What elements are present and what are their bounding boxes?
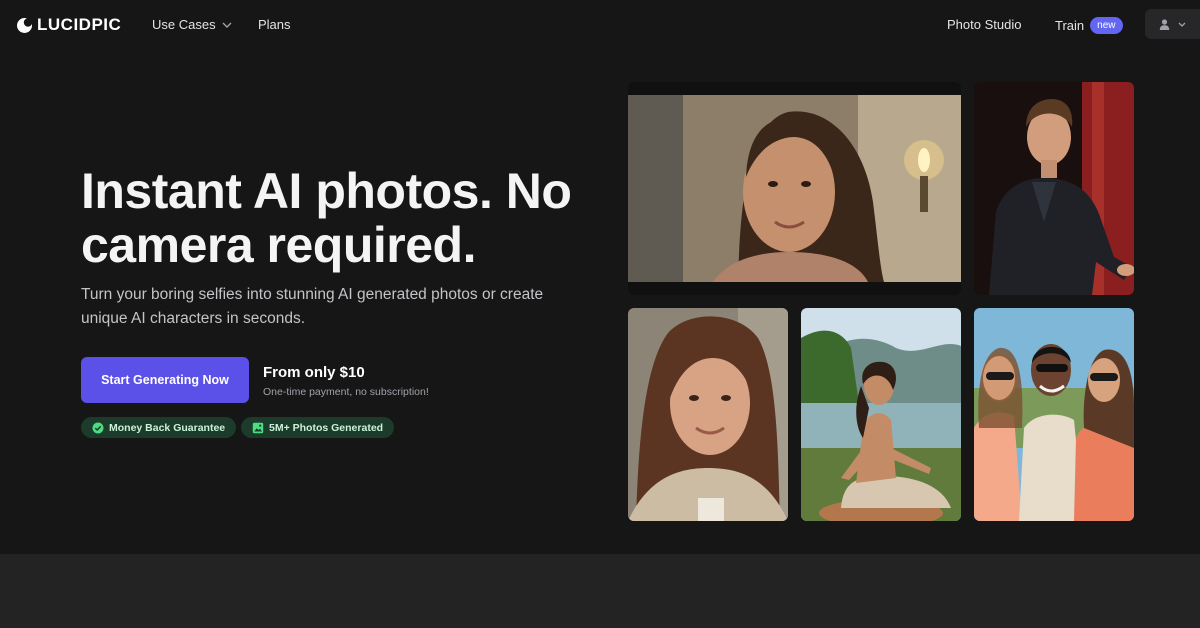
- user-icon: [1159, 18, 1170, 30]
- gallery-image-man-stage: [974, 82, 1134, 295]
- nav-use-cases[interactable]: Use Cases: [152, 17, 232, 32]
- start-generating-button[interactable]: Start Generating Now: [81, 357, 249, 403]
- price-text: From only $10: [263, 364, 365, 381]
- brand-logo[interactable]: LUCIDPIC: [16, 14, 121, 36]
- photos-generated-badge: 5M+ Photos Generated: [241, 417, 395, 438]
- crescent-moon-icon: [17, 17, 33, 33]
- nav-use-cases-label: Use Cases: [152, 17, 216, 32]
- hero-title: Instant AI photos. No camera required.: [81, 163, 572, 273]
- nav-plans[interactable]: Plans: [258, 17, 291, 32]
- photos-generated-label: 5M+ Photos Generated: [269, 421, 384, 434]
- nav-train-label: Train: [1055, 18, 1085, 33]
- account-menu-button[interactable]: [1145, 9, 1200, 39]
- lower-section-band: [0, 554, 1200, 628]
- hero-subtitle: Turn your boring selfies into stunning A…: [81, 286, 544, 327]
- nav-photo-studio-label: Photo Studio: [947, 17, 1022, 32]
- money-back-label: Money Back Guarantee: [109, 421, 226, 434]
- brand-name: LUCIDPIC: [37, 15, 122, 34]
- image-icon: [252, 422, 264, 433]
- gallery-image-woman-lamp: [628, 82, 961, 295]
- price-note: One-time payment, no subscription!: [263, 386, 429, 398]
- gallery-image-woman-closeup: [628, 308, 788, 521]
- nav-train[interactable]: Train new: [1055, 17, 1123, 34]
- new-badge: new: [1090, 17, 1123, 34]
- gallery-image-woman-meditating: [801, 308, 961, 521]
- chevron-down-icon: [1178, 22, 1186, 27]
- top-navigation: LUCIDPIC Use Cases Plans Photo Studio Tr…: [0, 0, 1200, 50]
- money-back-badge: Money Back Guarantee: [81, 417, 237, 438]
- nav-plans-label: Plans: [258, 17, 291, 32]
- gallery-image-friends-sunglasses: [974, 308, 1134, 521]
- check-circle-icon: [92, 422, 104, 433]
- nav-photo-studio[interactable]: Photo Studio: [947, 17, 1021, 32]
- chevron-down-icon: [222, 22, 232, 28]
